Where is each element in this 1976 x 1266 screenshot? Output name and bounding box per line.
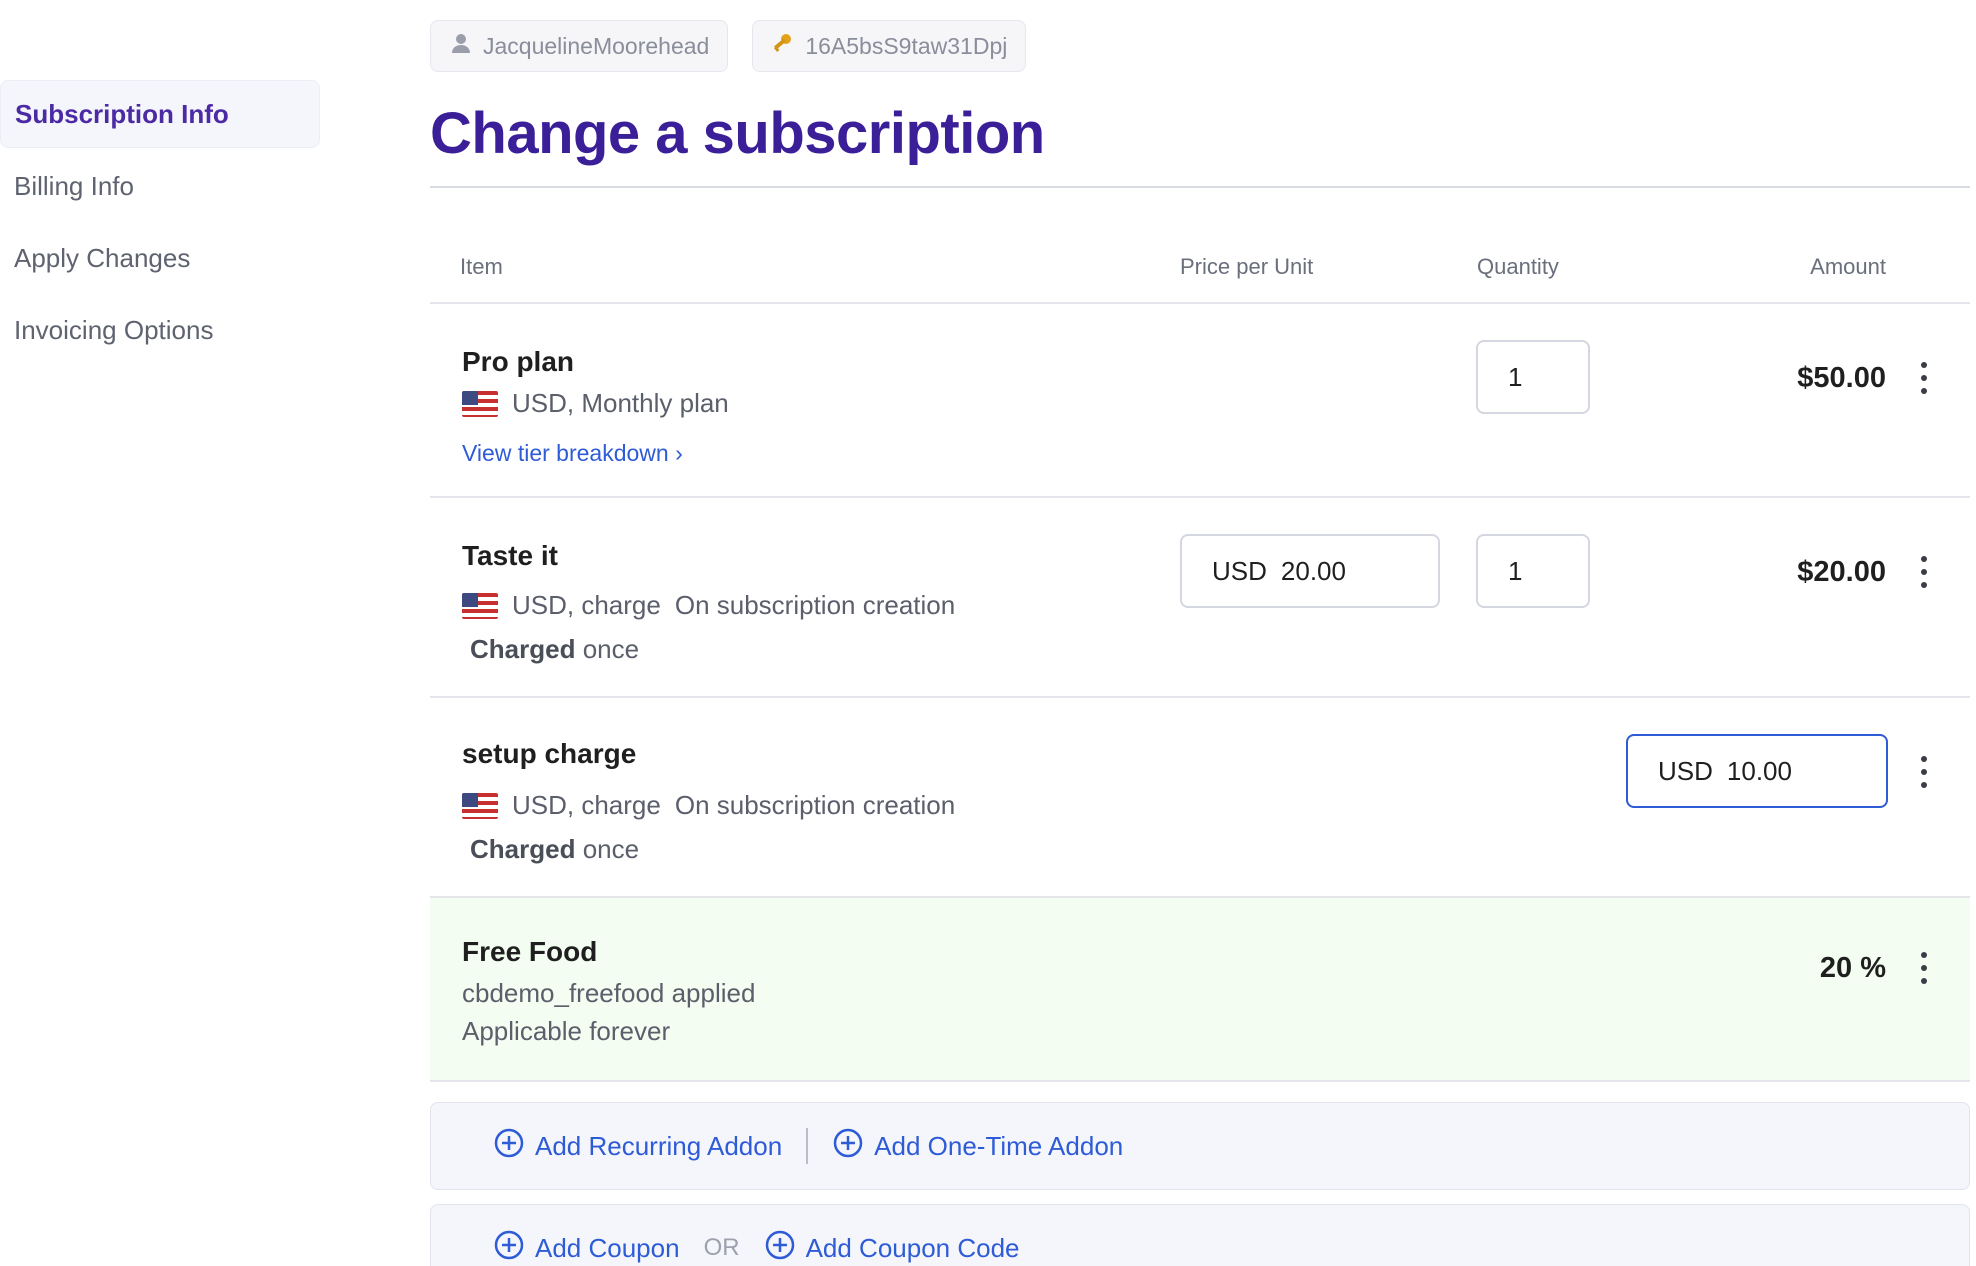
main-content: JacquelineMoorehead 16A5bsS9taw31Dpj Cha…: [430, 0, 1976, 1266]
view-tier-breakdown-link[interactable]: View tier breakdown ›: [462, 440, 683, 467]
key-icon: [771, 31, 795, 61]
charged-label: Charged: [470, 634, 576, 664]
price-value: 20.00: [1280, 555, 1346, 586]
item-currency-type: USD, charge: [512, 790, 661, 820]
quantity-value: 1: [1508, 361, 1523, 392]
more-options-icon[interactable]: [1914, 952, 1934, 984]
coupon-code-applied: cbdemo_freefood applied: [462, 978, 756, 1008]
amount-input[interactable]: USD 10.00: [1626, 734, 1888, 808]
item-currency-plan: USD, Monthly plan: [512, 388, 729, 418]
charge-frequency: Charged once: [470, 634, 639, 665]
plus-circle-icon: [764, 1229, 796, 1266]
table-row: Taste it USD, charge On subscription cre…: [430, 498, 1970, 698]
add-coupon-code-button[interactable]: Add Coupon Code: [764, 1229, 1020, 1266]
coupon-applied-text: cbdemo_freefood applied: [462, 978, 755, 1009]
sidebar-item-billing-info[interactable]: Billing Info: [0, 152, 320, 220]
price-currency: USD: [1212, 555, 1267, 586]
price-input[interactable]: USD 20.00: [1180, 534, 1440, 608]
item-name: Taste it: [462, 540, 558, 571]
discount-percent: 20 %: [1819, 952, 1886, 984]
column-header-quantity: Quantity: [1477, 254, 1559, 279]
add-coupon-button[interactable]: Add Coupon: [493, 1229, 680, 1266]
add-one-time-addon-button[interactable]: Add One-Time Addon: [832, 1127, 1123, 1166]
us-flag-icon: [462, 592, 498, 619]
item-details: USD, charge On subscription creation: [462, 590, 955, 621]
us-flag-icon: [462, 792, 498, 819]
item-name: Pro plan: [462, 346, 575, 377]
header-chips: JacquelineMoorehead 16A5bsS9taw31Dpj: [430, 20, 1027, 72]
discount-row: Free Food cbdemo_freefood applied Applic…: [430, 898, 1970, 1082]
plus-circle-icon: [832, 1127, 864, 1166]
item-charge-event: On subscription creation: [674, 590, 956, 620]
item-details: USD, charge On subscription creation: [462, 790, 955, 821]
addon-actions-bar: Add Recurring Addon Add One-Time Addon: [430, 1102, 1970, 1190]
sidebar-item-invoicing-options[interactable]: Invoicing Options: [0, 296, 320, 364]
amount-currency: USD: [1658, 755, 1713, 786]
user-icon: [449, 31, 473, 61]
coupon-duration-text: Applicable forever: [462, 1016, 671, 1046]
add-coupon-code-label: Add Coupon Code: [805, 1232, 1020, 1263]
customer-chip[interactable]: JacquelineMoorehead: [430, 20, 729, 72]
add-recurring-addon-label: Add Recurring Addon: [535, 1130, 783, 1161]
table-row: setup charge USD, charge On subscription…: [430, 698, 1970, 898]
item-details: USD, Monthly plan: [462, 388, 729, 419]
table-row: Pro plan USD, Monthly plan View tier bre…: [430, 304, 1970, 498]
column-header-amount: Amount: [1810, 254, 1886, 279]
column-header-item: Item: [460, 254, 503, 279]
charged-value: once: [582, 834, 640, 864]
sidebar-item-apply-changes[interactable]: Apply Changes: [0, 224, 320, 292]
more-options-icon[interactable]: [1914, 362, 1934, 394]
page-title: Change a subscription: [430, 101, 1045, 166]
item-amount: $20.00: [1797, 556, 1886, 588]
coupon-name: Free Food: [462, 936, 598, 967]
add-one-time-addon-label: Add One-Time Addon: [874, 1130, 1124, 1161]
coupon-duration: Applicable forever: [462, 1016, 670, 1047]
item-name: setup charge: [462, 738, 637, 769]
add-recurring-addon-button[interactable]: Add Recurring Addon: [493, 1127, 782, 1166]
divider: [806, 1128, 809, 1164]
more-options-icon[interactable]: [1914, 756, 1934, 788]
plus-circle-icon: [493, 1127, 525, 1166]
add-coupon-label: Add Coupon: [535, 1232, 680, 1263]
sidebar-item-subscription-info[interactable]: Subscription Info: [0, 80, 320, 148]
or-separator: OR: [703, 1234, 740, 1261]
app-root: Subscription Info Billing Info Apply Cha…: [0, 0, 1976, 1266]
customer-name: JacquelineMoorehead: [483, 32, 710, 59]
item-currency-type: USD, charge: [512, 590, 661, 620]
more-options-icon[interactable]: [1914, 556, 1934, 588]
charged-label: Charged: [470, 834, 576, 864]
charged-value: once: [582, 634, 640, 664]
item-charge-event: On subscription creation: [674, 790, 956, 820]
table-header: Item Price per Unit Quantity Amount: [430, 240, 1970, 304]
subscription-id: 16A5bsS9taw31Dpj: [805, 32, 1008, 59]
title-divider: [430, 186, 1970, 188]
plus-circle-icon: [493, 1229, 525, 1266]
us-flag-icon: [462, 390, 498, 417]
column-header-price: Price per Unit: [1180, 254, 1314, 279]
coupon-actions-bar: Add Coupon OR Add Coupon Code: [430, 1204, 1970, 1266]
quantity-input[interactable]: 1: [1476, 534, 1590, 608]
charge-frequency: Charged once: [470, 834, 639, 865]
quantity-value: 1: [1508, 555, 1523, 586]
quantity-input[interactable]: 1: [1476, 340, 1590, 414]
item-amount: $50.00: [1797, 362, 1886, 394]
sidebar: Subscription Info Billing Info Apply Cha…: [0, 80, 320, 368]
subscription-id-chip[interactable]: 16A5bsS9taw31Dpj: [752, 20, 1027, 72]
amount-value: 10.00: [1726, 755, 1792, 786]
